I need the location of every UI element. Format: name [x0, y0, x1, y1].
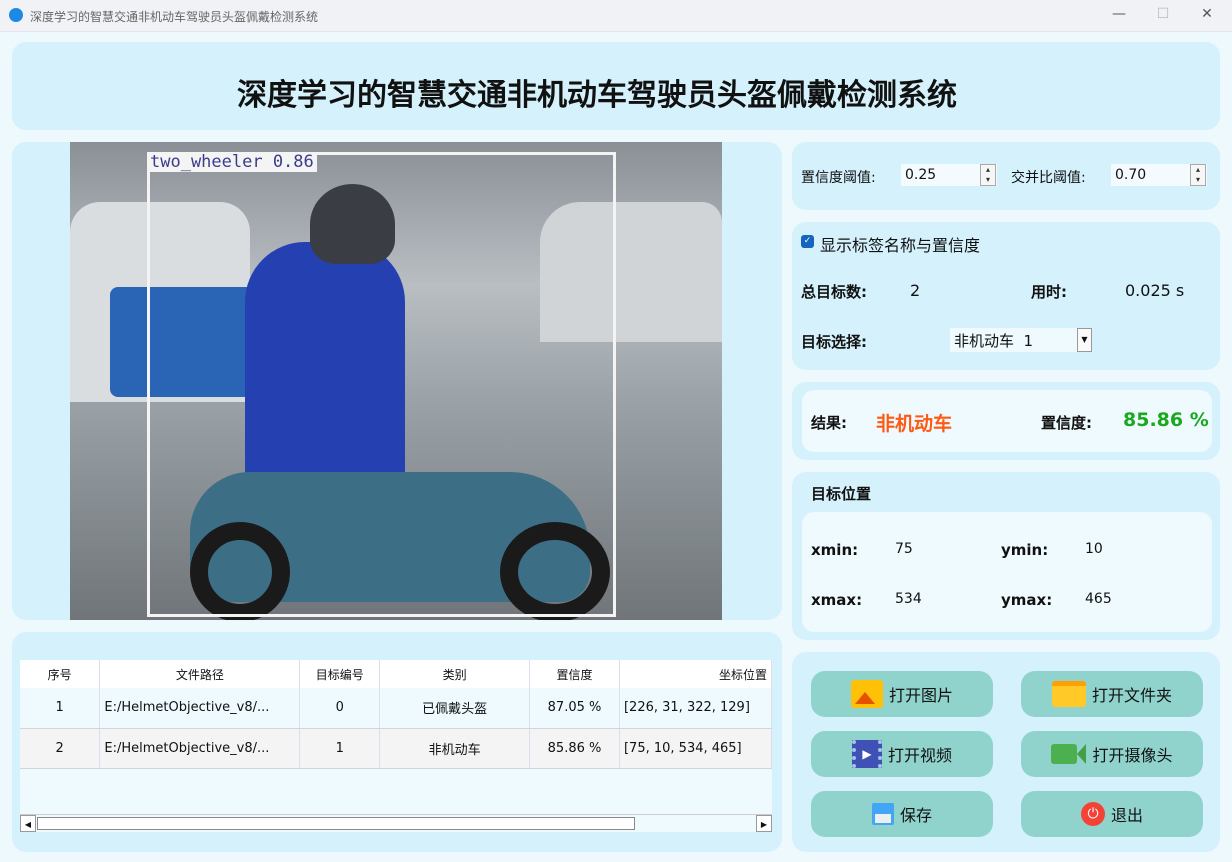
table-row[interactable]: 1 E:/HelmetObjective_v8/... 0 已佩戴头盔 87.0…: [20, 688, 772, 729]
close-button[interactable]: ✕: [1192, 6, 1222, 22]
result-label: 结果:: [811, 414, 847, 432]
target-select-dropdown[interactable]: 非机动车 1 ▼: [950, 328, 1092, 352]
ymin-value: 10: [1085, 541, 1103, 557]
maximize-button[interactable]: ☐: [1148, 6, 1178, 22]
ymax-value: 465: [1085, 591, 1112, 607]
save-label: 保存: [899, 806, 932, 825]
cell: 已佩戴头盔: [379, 688, 531, 729]
bounding-box: [147, 152, 616, 617]
cell: 1: [299, 728, 381, 769]
ymin-label: ymin:: [1001, 541, 1049, 559]
cell: 非机动车: [379, 728, 531, 769]
minimize-button[interactable]: —: [1104, 6, 1134, 22]
conf-stepper[interactable]: ▴ ▾: [980, 164, 996, 186]
cell: 85.86 %: [529, 728, 620, 769]
iou-threshold-label: 交并比阈值:: [1011, 170, 1086, 186]
xmin-value: 75: [895, 541, 913, 557]
scroll-left-icon[interactable]: ◀: [20, 815, 36, 832]
conf-threshold-label: 置信度阈值:: [801, 170, 876, 186]
exit-button[interactable]: ⏻ 退出: [1021, 791, 1203, 837]
horizontal-scrollbar[interactable]: ◀ ▶: [20, 814, 772, 832]
open-folder-label: 打开文件夹: [1091, 686, 1172, 705]
open-image-label: 打开图片: [888, 686, 953, 705]
xmax-value: 534: [895, 591, 922, 607]
result-confidence-label: 置信度:: [1041, 414, 1092, 432]
xmin-label: xmin:: [811, 541, 859, 559]
cell: E:/HelmetObjective_v8/...: [99, 728, 301, 769]
cell: [226, 31, 322, 129]: [619, 688, 772, 729]
image-icon: [850, 680, 883, 708]
time-label: 用时:: [1031, 283, 1067, 301]
title-bar: 深度学习的智慧交通非机动车驾驶员头盔佩戴检测系统 — ☐ ✕: [0, 0, 1232, 32]
cell: 0: [299, 688, 381, 729]
window-title: 深度学习的智慧交通非机动车驾驶员头盔佩戴检测系统: [30, 10, 319, 24]
save-button[interactable]: 保存: [811, 791, 993, 837]
col-header-target-id[interactable]: 目标编号: [299, 660, 381, 688]
show-labels-checkbox[interactable]: ✓: [801, 235, 814, 248]
result-value: 非机动车: [876, 413, 953, 435]
chevron-down-icon[interactable]: ▼: [1077, 328, 1092, 352]
exit-label: 退出: [1110, 806, 1143, 825]
power-icon: ⏻: [1080, 802, 1105, 826]
cell: 1: [20, 688, 101, 729]
col-header-path[interactable]: 文件路径: [99, 660, 301, 688]
scroll-right-icon[interactable]: ▶: [756, 815, 772, 832]
detection-label: two_wheeler 0.86: [147, 152, 317, 172]
video-icon: ▶: [851, 740, 882, 768]
open-image-button[interactable]: 打开图片: [811, 671, 993, 717]
col-header-class[interactable]: 类别: [379, 660, 531, 688]
position-title: 目标位置: [811, 485, 872, 503]
target-select-value: 非机动车 1: [954, 332, 1034, 350]
total-targets-value: 2: [910, 281, 921, 300]
col-header-confidence[interactable]: 置信度: [529, 660, 620, 688]
open-video-label: 打开视频: [887, 746, 952, 765]
xmax-label: xmax:: [811, 591, 863, 609]
ymax-label: ymax:: [1001, 591, 1053, 609]
cell: E:/HelmetObjective_v8/...: [99, 688, 301, 729]
open-camera-label: 打开摄像头: [1092, 746, 1173, 765]
conf-threshold-value: 0.25: [905, 167, 937, 183]
iou-threshold-value: 0.70: [1115, 167, 1147, 183]
scrollbar-thumb[interactable]: [37, 817, 635, 830]
position-card: [802, 512, 1212, 632]
cell: 87.05 %: [529, 688, 620, 729]
target-select-label: 目标选择:: [801, 333, 867, 351]
col-header-coords[interactable]: 坐标位置: [619, 660, 772, 688]
open-folder-button[interactable]: 打开文件夹: [1021, 671, 1203, 717]
cell: [75, 10, 534, 465]: [619, 728, 772, 769]
page-title: 深度学习的智慧交通非机动车驾驶员头盔佩戴检测系统: [237, 78, 957, 113]
table-row[interactable]: 2 E:/HelmetObjective_v8/... 1 非机动车 85.86…: [20, 728, 772, 769]
open-camera-button[interactable]: 打开摄像头: [1021, 731, 1203, 777]
floppy-disk-icon: [871, 803, 894, 825]
results-table: 序号 文件路径 目标编号 类别 置信度 坐标位置 1 E:/HelmetObje…: [20, 660, 772, 832]
camera-icon: [1051, 744, 1087, 764]
open-video-button[interactable]: ▶ 打开视频: [811, 731, 993, 777]
show-labels-label[interactable]: 显示标签名称与置信度: [820, 232, 980, 256]
detection-image: two_wheeler 0.86: [70, 142, 722, 620]
folder-icon: [1051, 681, 1086, 707]
total-targets-label: 总目标数:: [801, 283, 867, 301]
cell: 2: [20, 728, 101, 769]
col-header-index[interactable]: 序号: [20, 660, 101, 688]
time-value: 0.025 s: [1125, 281, 1185, 300]
iou-stepper[interactable]: ▴ ▾: [1190, 164, 1206, 186]
result-confidence-value: 85.86 %: [1123, 409, 1209, 431]
app-icon: [9, 8, 23, 22]
